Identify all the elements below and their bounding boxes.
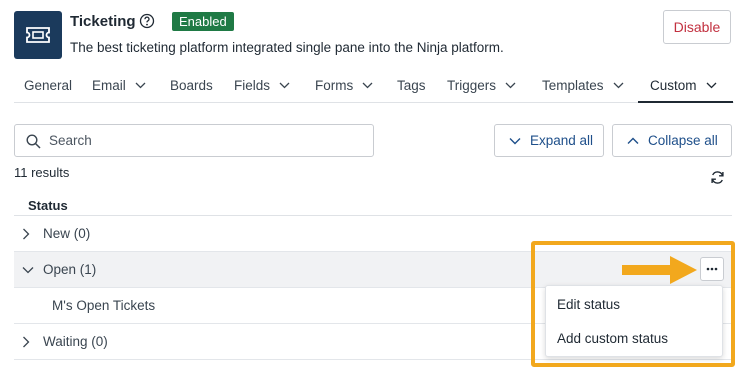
chevron-down-icon xyxy=(505,82,516,89)
row-label: M's Open Tickets xyxy=(52,298,156,313)
tab-custom[interactable]: Custom xyxy=(638,70,733,103)
menu-item-add-custom-status[interactable]: Add custom status xyxy=(557,331,668,346)
annotation-arrow-icon xyxy=(622,256,697,284)
tab-tags[interactable]: Tags xyxy=(397,70,426,103)
row-label: Waiting (0) xyxy=(43,334,108,349)
chevron-up-icon xyxy=(627,137,639,144)
tab-general[interactable]: General xyxy=(24,70,72,103)
tab-triggers[interactable]: Triggers xyxy=(447,70,516,103)
page-title: Ticketing xyxy=(70,13,136,30)
question-circle-icon[interactable] xyxy=(139,13,155,29)
ticket-icon xyxy=(26,27,50,43)
chevron-down-icon xyxy=(509,137,521,144)
tab-email[interactable]: Email xyxy=(92,70,146,103)
row-label: Open (1) xyxy=(43,262,97,277)
column-header-status: Status xyxy=(28,198,68,213)
refresh-icon[interactable] xyxy=(710,170,725,185)
chevron-down-icon xyxy=(362,82,373,89)
ellipsis-icon xyxy=(706,267,718,271)
page-description: The best ticketing platform integrated s… xyxy=(70,40,504,55)
row-label: New (0) xyxy=(43,226,91,241)
disable-button[interactable]: Disable xyxy=(663,10,731,44)
app-logo xyxy=(14,11,62,59)
chevron-down-icon xyxy=(135,82,146,89)
chevron-down-icon xyxy=(706,82,716,89)
chevron-down-icon[interactable] xyxy=(22,266,34,274)
search-icon xyxy=(26,134,41,149)
menu-item-edit-status[interactable]: Edit status xyxy=(557,297,620,312)
search-input[interactable] xyxy=(49,125,369,156)
results-count: 11 results xyxy=(14,165,70,180)
status-badge: Enabled xyxy=(172,12,234,31)
table-row[interactable]: New (0) xyxy=(14,216,732,252)
tab-forms[interactable]: Forms xyxy=(315,70,373,103)
expand-all-button[interactable]: Expand all xyxy=(494,124,604,157)
chevron-down-icon xyxy=(279,82,290,89)
tab-boards[interactable]: Boards xyxy=(170,70,213,103)
chevron-right-icon[interactable] xyxy=(22,336,30,348)
search-box xyxy=(14,124,374,157)
tab-bar: General Email Boards Fields Forms Tags T… xyxy=(14,70,734,103)
collapse-all-button[interactable]: Collapse all xyxy=(612,124,732,157)
chevron-right-icon[interactable] xyxy=(22,228,30,240)
tab-templates[interactable]: Templates xyxy=(542,70,624,103)
context-menu: Edit status Add custom status xyxy=(545,285,723,357)
more-actions-button[interactable] xyxy=(700,257,724,281)
chevron-down-icon xyxy=(613,82,623,89)
tab-fields[interactable]: Fields xyxy=(234,70,290,103)
